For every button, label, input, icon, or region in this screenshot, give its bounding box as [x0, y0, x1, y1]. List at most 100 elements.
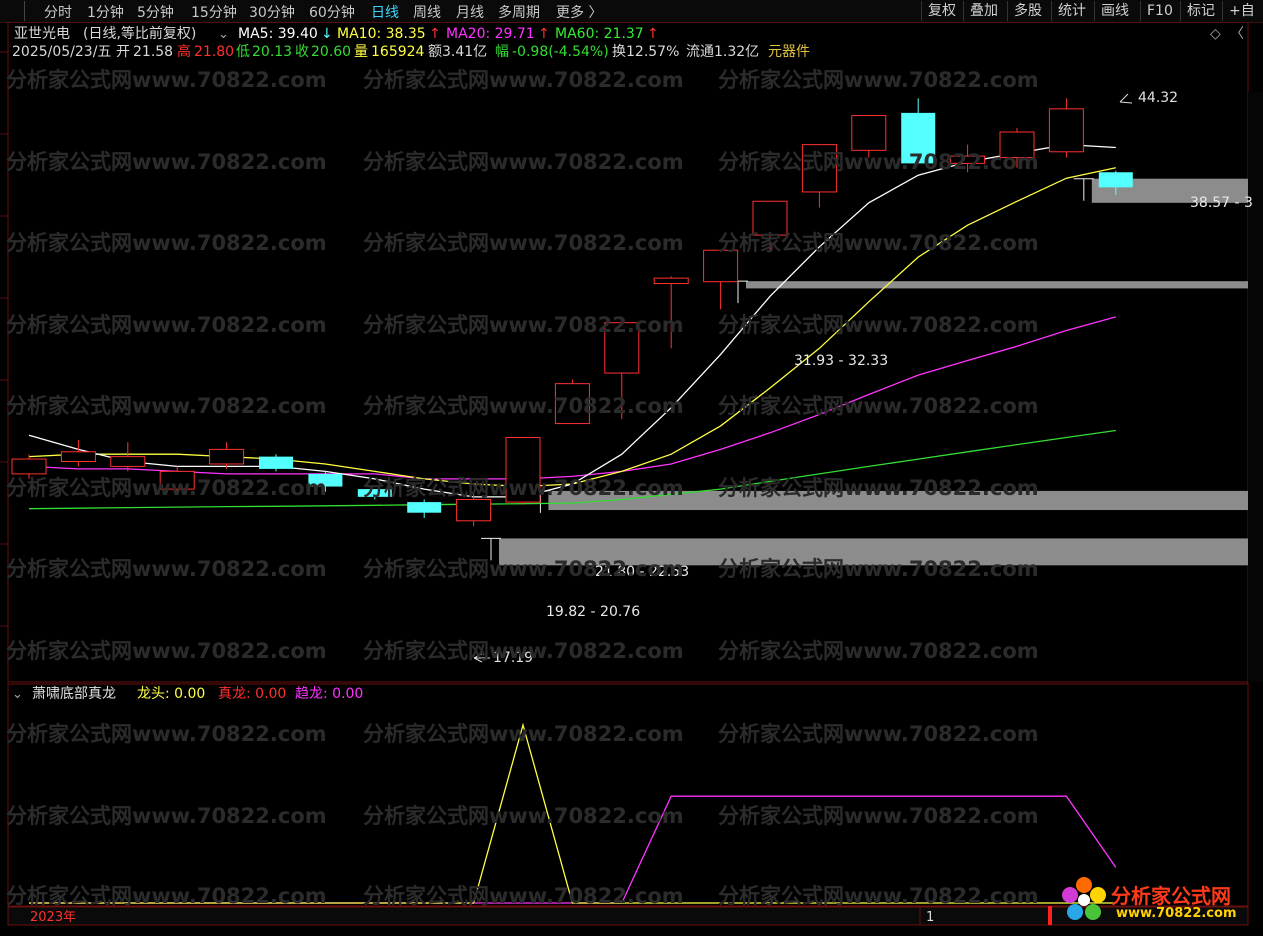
candle-body [950, 155, 986, 164]
chevron-left-icon[interactable]: 〈 [1230, 26, 1244, 43]
ma60-value: MA60: 21.37 [555, 26, 644, 42]
tab-6[interactable]: 日线 [371, 2, 399, 22]
tab-4[interactable]: 30分钟 [249, 2, 295, 22]
indicator-longtou-line [29, 722, 1116, 904]
high-label: 高 [177, 44, 191, 60]
page-number: 1 [926, 910, 935, 925]
low-value: 20.13 [252, 44, 293, 60]
close-value: 20.60 [311, 44, 352, 60]
year-label: 2023年 [30, 910, 77, 925]
indicator-collapse-icon[interactable]: ⌄ [12, 686, 23, 703]
indicator-longtou: 龙头: 0.00 [137, 686, 206, 702]
indicator-zhenlong: 真龙: 0.00 [218, 686, 287, 702]
site-logo: 分析家公式网 www.70822.com [1056, 874, 1252, 926]
close-label: 收 [295, 44, 309, 60]
candle-body [159, 470, 195, 490]
logo-url: www.70822.com [1116, 906, 1237, 921]
candle-body [259, 456, 293, 469]
toolbar-handle-icon[interactable] [10, 1, 25, 21]
candle-body [60, 451, 96, 463]
indicator-qulong: 趋龙: 0.00 [295, 686, 364, 702]
open-value: 21.58 [133, 44, 174, 60]
tab-7[interactable]: 周线 [413, 2, 441, 22]
candle-body [209, 448, 245, 465]
ma10-arrow-icon: ↑ [429, 26, 441, 42]
collapse-icon[interactable]: ⌄ [218, 26, 229, 43]
float-value: 流通1.32亿 [686, 44, 760, 60]
ma20-value: MA20: 29.71 [446, 26, 535, 42]
logo-name: 分析家公式网 [1111, 884, 1231, 908]
low-label: 低 [236, 44, 250, 60]
volume-label: 量 [354, 44, 368, 60]
zone-label-3: 19.82 - 20.76 [546, 604, 641, 620]
candle-body [801, 144, 837, 193]
candle-body [604, 322, 640, 374]
candle-body [407, 502, 442, 513]
toolbar-button-6[interactable]: 标记 [1180, 1, 1221, 21]
candle-body [999, 131, 1035, 159]
change-label: 幅 [495, 44, 509, 60]
candle-body [456, 498, 492, 522]
tab-1[interactable]: 1分钟 [87, 2, 124, 22]
toolbar-button-1[interactable]: 叠加 [963, 1, 1004, 21]
candle-body [110, 456, 146, 467]
zone-label-4: 38.57 - 3 [1190, 195, 1253, 211]
tab-2[interactable]: 5分钟 [137, 2, 174, 22]
ma10-line [28, 167, 1116, 488]
high-arrow-icon [1119, 93, 1133, 104]
candle-body [1048, 108, 1084, 153]
tab-8[interactable]: 月线 [456, 2, 484, 22]
amount-value: 额3.41亿 [428, 44, 488, 60]
support-zone-0 [746, 281, 1248, 289]
ma20-arrow-icon: ↑ [538, 26, 550, 42]
tab-3[interactable]: 15分钟 [191, 2, 237, 22]
chart-mode: (日线,等比前复权) [83, 26, 197, 42]
support-zone-1 [548, 490, 1248, 511]
high-mark-label: 44.32 [1138, 90, 1179, 106]
toolbar-button-3[interactable]: 统计 [1051, 1, 1092, 21]
stock-name: 亚世光电 [14, 26, 70, 42]
low-arrow-icon [473, 653, 490, 663]
candle-body [554, 383, 590, 425]
ma5-value: MA5: 39.40 [238, 26, 318, 42]
ma5-arrow-icon: ↓ [321, 26, 333, 42]
zone-label-2: 21.80 - 22.53 [595, 564, 690, 580]
high-value: 21.80 [194, 44, 235, 60]
candle-body [653, 277, 689, 285]
zone-label-1: 31.93 - 32.33 [794, 353, 889, 369]
bar-date: 2025/05/23/五 [12, 44, 112, 60]
volume-value: 165924 [371, 44, 425, 60]
turnover-value: 换12.57% [612, 44, 680, 60]
toolbar-button-4[interactable]: 画线 [1094, 1, 1135, 21]
tab-9[interactable]: 多周期 [498, 2, 540, 22]
toolbar-button-7[interactable]: +自 [1222, 1, 1261, 21]
candle-body [11, 458, 47, 475]
candle-body [703, 249, 739, 283]
candle-body [308, 473, 343, 487]
ma10-value: MA10: 38.35 [337, 26, 426, 42]
tab-5[interactable]: 60分钟 [309, 2, 355, 22]
candle-body [752, 200, 788, 236]
open-label: 开 [116, 44, 130, 60]
footer-marker [1048, 906, 1052, 925]
ma60-arrow-icon: ↑ [647, 26, 659, 42]
indicator-name: 萧啸底部真龙 [32, 686, 116, 702]
tab-10[interactable]: 更多 〉 [556, 2, 602, 22]
toolbar-button-2[interactable]: 多股 [1007, 1, 1048, 21]
tab-0[interactable]: 分时 [44, 2, 72, 22]
indicator-qulong-line [29, 795, 1117, 904]
flower-logo-icon [1062, 877, 1106, 920]
toolbar-button-5[interactable]: F10 [1140, 1, 1179, 21]
period-toolbar: 分时 1分钟 5分钟 15分钟 30分钟 60分钟 日线 周线 月线 多周期 更多 〉 复权 叠加 多股… [0, 0, 1263, 23]
candle-body [851, 115, 887, 151]
kline-chart[interactable] [0, 22, 1263, 936]
candle-body [1098, 172, 1133, 188]
candle-body [901, 112, 936, 164]
right-scale-area [1248, 92, 1263, 682]
sector-value: 元器件 [768, 44, 810, 60]
change-value: -0.98(-4.54%) [512, 44, 609, 60]
toolbar-button-0[interactable]: 复权 [921, 1, 962, 21]
low-mark-label: 17.19 [493, 650, 534, 666]
indicator-pane-frame [7, 683, 1249, 907]
diamond-icon[interactable]: ◇ [1210, 26, 1221, 43]
